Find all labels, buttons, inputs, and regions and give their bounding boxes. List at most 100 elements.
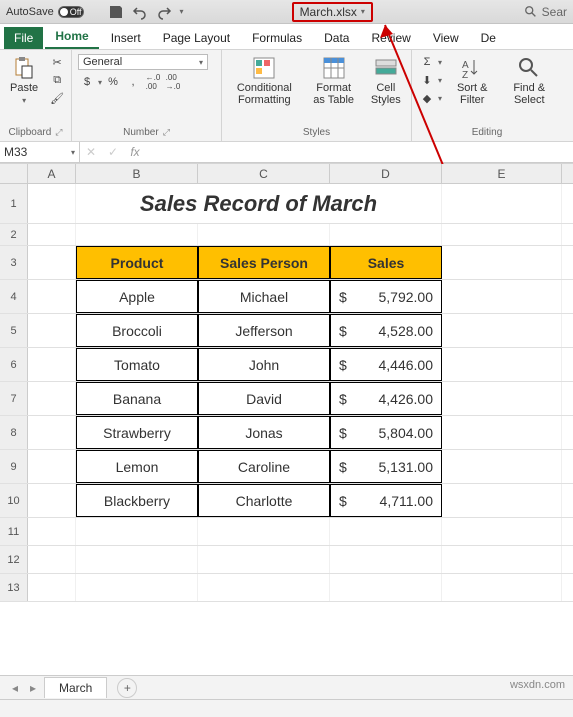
save-icon[interactable]	[108, 4, 124, 20]
cell[interactable]	[442, 518, 562, 545]
sheet-nav-prev-icon[interactable]: ◂	[8, 681, 22, 695]
cell[interactable]	[76, 574, 198, 601]
cell[interactable]	[76, 224, 198, 245]
menu-data[interactable]: Data	[314, 27, 359, 49]
cell[interactable]	[76, 546, 198, 573]
comma-button[interactable]: ,	[124, 74, 142, 90]
cell-product[interactable]: Blackberry	[76, 484, 198, 517]
cell[interactable]	[76, 518, 198, 545]
cell[interactable]	[330, 224, 442, 245]
row-header[interactable]: 1	[0, 184, 28, 223]
select-all-triangle[interactable]	[0, 164, 28, 183]
cell-person[interactable]: Jefferson	[198, 314, 330, 347]
cell[interactable]	[198, 518, 330, 545]
search-box[interactable]: Sear	[524, 5, 567, 19]
name-box[interactable]: M33 ▾	[0, 142, 80, 163]
cell-sales[interactable]: $5,804.00	[330, 416, 442, 449]
row-header[interactable]: 9	[0, 450, 28, 483]
cell-person[interactable]: Caroline	[198, 450, 330, 483]
menu-review[interactable]: Review	[361, 27, 420, 49]
cell-product[interactable]: Lemon	[76, 450, 198, 483]
dialog-launcher-icon[interactable]: ⤢	[163, 127, 170, 138]
sheet-tab[interactable]: March	[44, 677, 107, 698]
menu-page-layout[interactable]: Page Layout	[153, 27, 240, 49]
menu-developer[interactable]: De	[471, 27, 506, 49]
row-header[interactable]: 13	[0, 574, 28, 601]
increase-decimal-button[interactable]: ←.0.00	[144, 74, 162, 90]
cell[interactable]	[198, 546, 330, 573]
sheet-nav-next-icon[interactable]: ▸	[26, 681, 40, 695]
cell[interactable]	[28, 518, 76, 545]
cell[interactable]	[28, 416, 76, 449]
row-header[interactable]: 10	[0, 484, 28, 517]
cell[interactable]	[442, 184, 562, 223]
format-as-table-button[interactable]: Format as Table	[307, 54, 361, 108]
cell-sales[interactable]: $5,131.00	[330, 450, 442, 483]
dialog-launcher-icon[interactable]: ⤢	[55, 127, 62, 138]
enter-icon[interactable]: ✓	[102, 145, 124, 159]
col-header[interactable]: C	[198, 164, 330, 183]
cell[interactable]	[442, 450, 562, 483]
format-painter-icon[interactable]: 🖌	[48, 90, 66, 106]
cell[interactable]	[330, 574, 442, 601]
cell-product[interactable]: Strawberry	[76, 416, 198, 449]
cell-sales[interactable]: $4,446.00	[330, 348, 442, 381]
cell[interactable]	[28, 224, 76, 245]
col-header[interactable]: A	[28, 164, 76, 183]
cell-product[interactable]: Broccoli	[76, 314, 198, 347]
cell[interactable]	[442, 224, 562, 245]
cell[interactable]	[442, 416, 562, 449]
cell[interactable]	[28, 484, 76, 517]
find-select-button[interactable]: Find & Select	[502, 54, 556, 108]
currency-button[interactable]: $	[78, 74, 96, 90]
add-sheet-button[interactable]: +	[117, 678, 137, 698]
percent-button[interactable]: %	[104, 74, 122, 90]
number-format-dropdown[interactable]: General ▾	[78, 54, 208, 70]
copy-icon[interactable]: ⧉	[48, 72, 66, 88]
menu-view[interactable]: View	[423, 27, 469, 49]
cell-sales[interactable]: $4,711.00	[330, 484, 442, 517]
cell[interactable]	[28, 184, 76, 223]
cell-person[interactable]: Charlotte	[198, 484, 330, 517]
row-header[interactable]: 6	[0, 348, 28, 381]
row-header[interactable]: 7	[0, 382, 28, 415]
cell[interactable]	[28, 450, 76, 483]
cell[interactable]	[442, 280, 562, 313]
menu-insert[interactable]: Insert	[101, 27, 151, 49]
autosum-icon[interactable]: Σ	[418, 54, 436, 70]
cell[interactable]	[28, 280, 76, 313]
row-header[interactable]: 12	[0, 546, 28, 573]
col-header[interactable]: B	[76, 164, 198, 183]
cut-icon[interactable]: ✂	[48, 54, 66, 70]
cell-sales[interactable]: $4,528.00	[330, 314, 442, 347]
menu-home[interactable]: Home	[45, 25, 98, 49]
fx-icon[interactable]: fx	[124, 145, 146, 159]
cell[interactable]	[330, 518, 442, 545]
cell[interactable]	[442, 484, 562, 517]
redo-icon[interactable]	[156, 4, 172, 20]
cell[interactable]	[28, 348, 76, 381]
cell[interactable]	[330, 546, 442, 573]
cell[interactable]	[442, 546, 562, 573]
cell[interactable]	[442, 574, 562, 601]
clear-icon[interactable]: ◆	[418, 90, 436, 106]
header-product[interactable]: Product	[76, 246, 198, 279]
cell[interactable]	[28, 314, 76, 347]
decrease-decimal-button[interactable]: .00→.0	[164, 74, 182, 90]
qat-dropdown-icon[interactable]: ▾	[180, 7, 184, 16]
cell[interactable]	[198, 574, 330, 601]
row-header[interactable]: 2	[0, 224, 28, 245]
filename-box[interactable]: March.xlsx ▾	[292, 2, 373, 22]
menu-formulas[interactable]: Formulas	[242, 27, 312, 49]
cell-person[interactable]: Jonas	[198, 416, 330, 449]
cell-person[interactable]: David	[198, 382, 330, 415]
row-header[interactable]: 4	[0, 280, 28, 313]
cell[interactable]	[442, 382, 562, 415]
paste-button[interactable]: Paste ▾	[6, 54, 42, 107]
cell-product[interactable]: Apple	[76, 280, 198, 313]
conditional-formatting-button[interactable]: Conditional Formatting	[228, 54, 301, 108]
cell[interactable]	[28, 574, 76, 601]
cell[interactable]	[28, 382, 76, 415]
col-header[interactable]: D	[330, 164, 442, 183]
header-person[interactable]: Sales Person	[198, 246, 330, 279]
